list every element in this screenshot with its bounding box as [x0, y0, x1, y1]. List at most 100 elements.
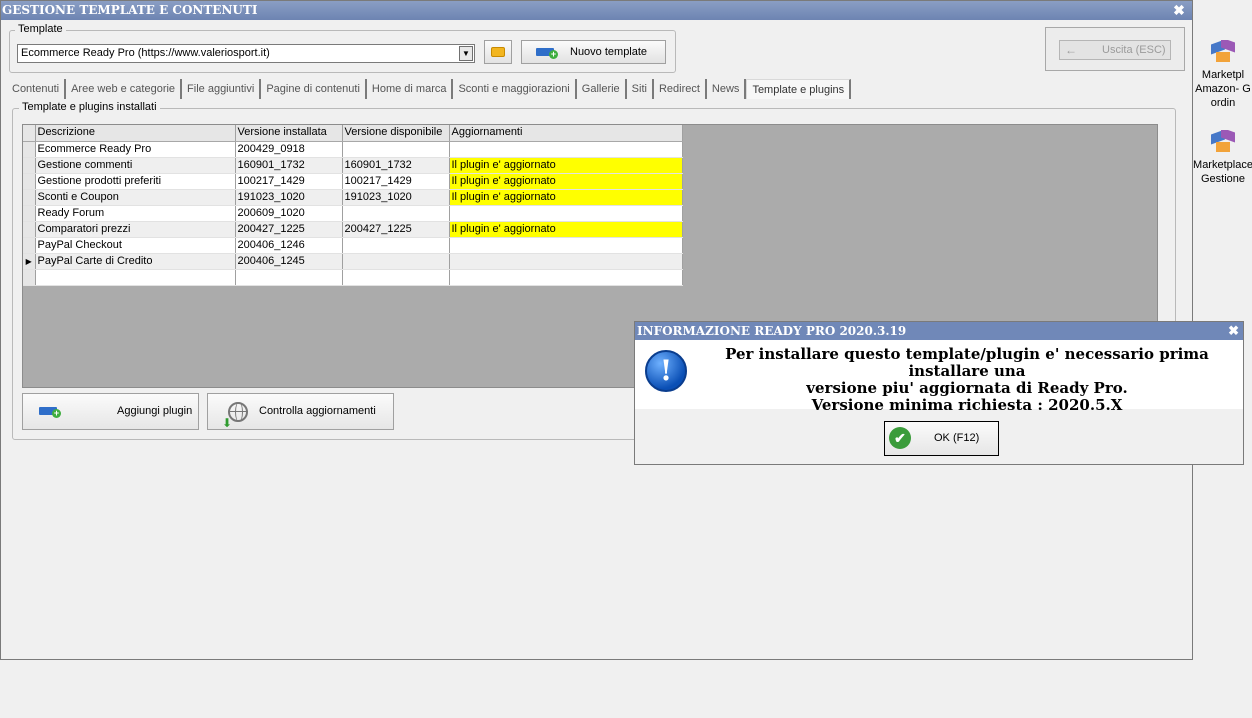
cell-aggiornamenti[interactable] — [449, 269, 683, 286]
cell-versione-installata[interactable]: 100217_1429 — [235, 173, 343, 190]
cell-versione-installata[interactable] — [235, 269, 343, 286]
side-item-marketplace-gestione[interactable]: Marketplace Gestione — [1193, 130, 1252, 186]
cell-versione-disponibile[interactable]: 191023_1020 — [342, 189, 450, 206]
plugins-table: Descrizione Versione installata Versione… — [23, 125, 683, 286]
cell-descrizione[interactable]: Ready Forum — [35, 205, 236, 222]
marketplace-icon — [1211, 40, 1235, 64]
cell-versione-installata[interactable]: 200609_1020 — [235, 205, 343, 222]
template-group-label: Template — [15, 23, 66, 35]
side-item-marketplace-amazon[interactable]: Marketpl Amazon- G ordin — [1193, 40, 1252, 110]
tab-bar: Contenuti Aree web e categorie File aggi… — [7, 79, 852, 99]
exit-button-face: ← Uscita (ESC) — [1059, 40, 1171, 60]
cell-versione-installata[interactable]: 200406_1245 — [235, 253, 343, 270]
table-row[interactable]: Ecommerce Ready Pro 200429_0918 — [23, 141, 683, 158]
dialog-message-area: ! Per installare questo template/plugin … — [635, 340, 1243, 414]
cell-versione-disponibile[interactable] — [342, 237, 450, 254]
cell-versione-disponibile[interactable]: 100217_1429 — [342, 173, 450, 190]
cell-versione-installata[interactable]: 160901_1732 — [235, 157, 343, 174]
check-updates-label: Controlla aggiornamenti — [259, 405, 376, 417]
close-icon[interactable]: ✖ — [1172, 1, 1186, 20]
cell-descrizione[interactable]: Gestione prodotti preferiti — [35, 173, 236, 190]
cell-versione-installata[interactable]: 191023_1020 — [235, 189, 343, 206]
tab-gallerie[interactable]: Gallerie — [577, 79, 627, 99]
cell-descrizione[interactable]: PayPal Checkout — [35, 237, 236, 254]
marketplace-icon — [1211, 130, 1235, 154]
dialog-message: Per installare questo template/plugin e'… — [697, 346, 1237, 414]
table-row[interactable]: Gestione prodotti preferiti 100217_1429 10… — [23, 173, 683, 190]
cell-versione-disponibile[interactable] — [342, 253, 450, 270]
check-updates-button[interactable]: ⬇ Controlla aggiornamenti — [207, 393, 394, 430]
side-item-label: Marketplace Gestione — [1193, 159, 1252, 185]
cell-aggiornamenti[interactable] — [449, 205, 683, 222]
tab-file-aggiuntivi[interactable]: File aggiuntivi — [182, 79, 262, 99]
cell-descrizione[interactable] — [35, 269, 236, 286]
cell-versione-disponibile[interactable] — [342, 141, 450, 158]
cell-versione-disponibile[interactable]: 160901_1732 — [342, 157, 450, 174]
cell-versione-disponibile[interactable] — [342, 205, 450, 222]
table-header-row: Descrizione Versione installata Versione… — [23, 125, 683, 142]
tab-redirect[interactable]: Redirect — [654, 79, 707, 99]
cell-versione-installata[interactable]: 200427_1225 — [235, 221, 343, 238]
open-folder-button[interactable] — [484, 40, 512, 64]
row-indicator[interactable] — [23, 189, 36, 206]
table-row[interactable] — [23, 269, 683, 286]
row-indicator[interactable] — [23, 173, 36, 190]
tab-template-plugins[interactable]: Template e plugins — [746, 79, 852, 99]
table-row[interactable]: Ready Forum 200609_1020 — [23, 205, 683, 222]
row-indicator[interactable]: ▶ — [23, 253, 36, 270]
cell-aggiornamenti[interactable] — [449, 141, 683, 158]
cell-descrizione[interactable]: Gestione commenti — [35, 157, 236, 174]
tab-aree-web[interactable]: Aree web e categorie — [66, 79, 183, 99]
tab-siti[interactable]: Siti — [627, 79, 654, 99]
tab-news[interactable]: News — [707, 79, 747, 99]
cell-versione-installata[interactable]: 200429_0918 — [235, 141, 343, 158]
ok-button[interactable]: ✔ OK (F12) — [884, 421, 999, 456]
row-indicator[interactable] — [23, 157, 36, 174]
column-header-aggiornamenti[interactable]: Aggiornamenti — [449, 125, 683, 142]
exit-button[interactable]: ← Uscita (ESC) — [1045, 27, 1185, 71]
cell-descrizione[interactable]: PayPal Carte di Credito — [35, 253, 236, 270]
exclamation-icon: ! — [645, 350, 687, 392]
cell-aggiornamenti[interactable]: Il plugin e' aggiornato — [449, 173, 683, 190]
table-row[interactable]: Comparatori prezzi 200427_1225 200427_1225… — [23, 221, 683, 238]
table-row[interactable]: ▶ PayPal Carte di Credito 200406_1245 — [23, 253, 683, 270]
tab-pagine-contenuti[interactable]: Pagine di contenuti — [261, 79, 367, 99]
cell-aggiornamenti[interactable]: Il plugin e' aggiornato — [449, 189, 683, 206]
column-header-versione-disponibile[interactable]: Versione disponibile — [342, 125, 450, 142]
template-select[interactable]: Ecommerce Ready Pro (https://www.valerio… — [17, 44, 475, 63]
add-plugin-button[interactable]: + Aggiungi plugin — [22, 393, 199, 430]
cell-versione-installata[interactable]: 200406_1246 — [235, 237, 343, 254]
table-row[interactable]: Gestione commenti 160901_1732 160901_1732 I… — [23, 157, 683, 174]
row-indicator[interactable] — [23, 237, 36, 254]
column-header-descrizione[interactable]: Descrizione — [35, 125, 236, 142]
table-row[interactable]: PayPal Checkout 200406_1246 — [23, 237, 683, 254]
cell-versione-disponibile[interactable] — [342, 269, 450, 286]
row-indicator[interactable] — [23, 221, 36, 238]
cell-descrizione[interactable]: Ecommerce Ready Pro — [35, 141, 236, 158]
add-plugin-icon: + — [39, 405, 61, 418]
tab-contenuti[interactable]: Contenuti — [7, 79, 67, 99]
cell-aggiornamenti[interactable]: Il plugin e' aggiornato — [449, 157, 683, 174]
dialog-message-line: Per installare questo template/plugin e'… — [725, 345, 1209, 380]
cell-versione-disponibile[interactable]: 200427_1225 — [342, 221, 450, 238]
row-indicator[interactable] — [23, 269, 36, 286]
download-arrow-icon: ⬇ — [222, 416, 233, 430]
tab-home-marca[interactable]: Home di marca — [367, 79, 454, 99]
new-template-label: Nuovo template — [570, 46, 648, 58]
plugins-table-body: Ecommerce Ready Pro 200429_0918 Gestione c… — [23, 141, 683, 286]
dialog-close-icon[interactable]: ✖ — [1228, 322, 1239, 340]
column-header-versione-installata[interactable]: Versione installata — [235, 125, 343, 142]
chevron-down-icon[interactable]: ▼ — [459, 46, 473, 61]
row-indicator[interactable] — [23, 205, 36, 222]
window-title: GESTIONE TEMPLATE E CONTENUTI — [1, 1, 1192, 20]
tab-sconti[interactable]: Sconti e maggiorazioni — [453, 79, 577, 99]
row-indicator[interactable] — [23, 141, 36, 158]
table-row[interactable]: Sconti e Coupon 191023_1020 191023_1020 Il … — [23, 189, 683, 206]
new-template-button[interactable]: + Nuovo template — [521, 40, 666, 64]
cell-aggiornamenti[interactable] — [449, 253, 683, 270]
check-icon: ✔ — [889, 427, 911, 449]
cell-descrizione[interactable]: Comparatori prezzi — [35, 221, 236, 238]
cell-aggiornamenti[interactable]: Il plugin e' aggiornato — [449, 221, 683, 238]
cell-descrizione[interactable]: Sconti e Coupon — [35, 189, 236, 206]
cell-aggiornamenti[interactable] — [449, 237, 683, 254]
